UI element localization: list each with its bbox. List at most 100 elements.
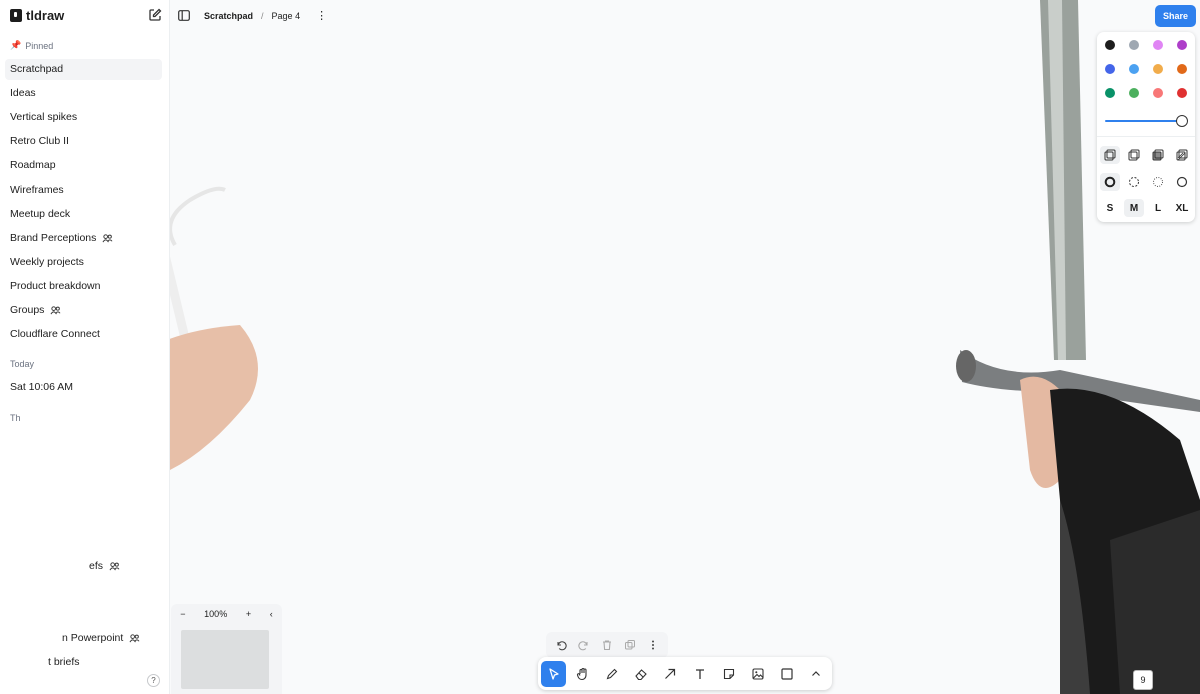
rectangle-tool[interactable] <box>775 661 800 687</box>
sidebar-item-pinned[interactable]: Brand Perceptions <box>5 228 162 249</box>
color-swatch[interactable] <box>1129 40 1139 50</box>
sidebar-item-pinned[interactable]: Retro Club II <box>5 131 162 152</box>
help-button[interactable]: ? <box>147 674 160 687</box>
fill-none-button[interactable] <box>1100 146 1120 164</box>
fill-solid-button[interactable] <box>1148 146 1168 164</box>
select-tool[interactable] <box>541 660 567 687</box>
sidebar-item-pinned[interactable]: Ideas <box>5 83 162 104</box>
toggle-sidebar-icon[interactable] <box>178 10 190 21</box>
sidebar-item-pinned[interactable]: Meetup deck <box>5 204 162 225</box>
duplicate-icon[interactable] <box>624 639 636 651</box>
minimap-viewport[interactable] <box>181 630 269 689</box>
size-option-l[interactable]: L <box>1148 199 1168 217</box>
dash-draw-button[interactable] <box>1100 173 1120 191</box>
color-swatch[interactable] <box>1105 40 1115 50</box>
sidebar-item-pinned[interactable]: Vertical spikes <box>5 107 162 128</box>
sidebar-item-label: Roadmap <box>10 159 56 172</box>
fill-pattern-button[interactable] <box>1172 146 1192 164</box>
note-tool[interactable] <box>716 661 741 687</box>
action-bar <box>546 632 668 658</box>
sidebar-item-today-file[interactable]: Sat 10:06 AM <box>5 377 162 398</box>
color-swatch[interactable] <box>1153 40 1163 50</box>
fill-none-icon <box>1104 149 1116 161</box>
new-file-icon[interactable] <box>148 8 162 22</box>
hand-tool[interactable] <box>570 661 595 687</box>
panel-divider <box>1097 136 1195 137</box>
fill-semi-icon <box>1128 149 1140 161</box>
sidebar: tldraw 📌 Pinned Scratchpad Ideas Vertical … <box>0 0 170 694</box>
right-hand-image <box>1020 376 1200 694</box>
collapse-minimap-button[interactable]: ‹ <box>270 609 273 619</box>
dash-dashed-icon <box>1129 177 1139 187</box>
sidebar-item-pinned[interactable]: Product breakdown <box>5 276 162 297</box>
image-icon <box>752 667 764 680</box>
sidebar-item-pinned[interactable]: Wireframes <box>5 180 162 201</box>
color-swatch[interactable] <box>1105 88 1115 98</box>
minimap-panel: − 100% + ‹ <box>171 604 282 694</box>
app-logo[interactable]: tldraw <box>10 8 64 23</box>
size-option-xl[interactable]: XL <box>1172 199 1192 217</box>
fill-semi-button[interactable] <box>1124 146 1144 164</box>
arrow-icon <box>665 668 676 679</box>
page-name[interactable]: Page 4 <box>272 11 301 21</box>
text-tool[interactable] <box>687 661 712 687</box>
sidebar-item-label: Product breakdown <box>10 279 101 292</box>
top-bar: Scratchpad / Page 4 ⋮ <box>178 9 327 22</box>
color-swatch[interactable] <box>1177 88 1187 98</box>
color-swatch[interactable] <box>1177 64 1187 74</box>
sidebar-item-pinned[interactable]: Weekly projects <box>5 252 162 273</box>
pinned-section-header: 📌 Pinned <box>10 40 54 51</box>
fill-pattern-icon <box>1176 149 1188 161</box>
sticky-note-icon <box>723 668 734 679</box>
color-swatch[interactable] <box>1129 88 1139 98</box>
shared-users-icon <box>102 234 113 243</box>
color-swatch[interactable] <box>1129 64 1139 74</box>
redo-icon[interactable] <box>578 639 590 651</box>
sidebar-item-partial-1[interactable]: efs <box>5 556 162 577</box>
more-tools[interactable] <box>804 661 829 687</box>
more-actions-icon[interactable] <box>647 639 659 651</box>
sidebar-item-pinned[interactable]: Scratchpad <box>5 59 162 80</box>
pin-icon: 📌 <box>10 40 22 50</box>
color-swatch[interactable] <box>1153 64 1163 74</box>
color-swatch[interactable] <box>1105 64 1115 74</box>
sidebar-item-pinned[interactable]: Cloudflare Connect <box>5 324 162 345</box>
page-menu-icon[interactable]: ⋮ <box>316 9 327 22</box>
zoom-level[interactable]: 100% <box>204 609 227 619</box>
color-swatch[interactable] <box>1177 40 1187 50</box>
sidebar-item-partial-2[interactable]: n Powerpoint <box>5 628 162 649</box>
undo-icon[interactable] <box>555 639 568 651</box>
breadcrumb-separator: / <box>261 10 264 21</box>
dash-draw-icon <box>1104 176 1116 188</box>
chevron-up-icon <box>812 670 821 676</box>
dash-solid-button[interactable] <box>1172 173 1192 191</box>
canvas-drawing-layer <box>0 0 1200 694</box>
opacity-slider-track[interactable] <box>1105 120 1181 122</box>
today-section-header: Today <box>10 359 35 369</box>
image-tool[interactable] <box>745 661 770 687</box>
zoom-out-button[interactable]: − <box>180 609 185 619</box>
sidebar-item-pinned[interactable]: Roadmap <box>5 155 162 176</box>
corner-button[interactable]: 9 <box>1133 670 1153 690</box>
file-name[interactable]: Scratchpad <box>204 11 253 21</box>
zoom-in-button[interactable]: + <box>246 609 251 619</box>
sidebar-item-label: Cloudflare Connect <box>10 328 100 341</box>
sidebar-item-pinned[interactable]: Groups <box>5 300 162 321</box>
eraser-tool[interactable] <box>629 661 654 687</box>
dash-dotted-button[interactable] <box>1148 173 1168 191</box>
sidebar-item-label: Weekly projects <box>10 255 84 268</box>
color-swatch[interactable] <box>1153 88 1163 98</box>
share-button[interactable]: Share <box>1155 5 1196 27</box>
opacity-slider-thumb[interactable] <box>1176 115 1188 127</box>
sidebar-item-label: Vertical spikes <box>10 111 78 124</box>
sidebar-item-partial-3[interactable]: t briefs <box>5 652 162 673</box>
shared-users-icon <box>129 634 140 643</box>
draw-tool[interactable] <box>599 661 624 687</box>
dash-dashed-button[interactable] <box>1124 173 1144 191</box>
size-option-s[interactable]: S <box>1100 199 1120 217</box>
arrow-tool[interactable] <box>658 661 683 687</box>
size-option-m[interactable]: M <box>1124 199 1144 217</box>
sidebar-item-label: Ideas <box>10 87 36 100</box>
dash-dotted-icon <box>1153 177 1163 187</box>
delete-icon[interactable] <box>601 639 613 651</box>
